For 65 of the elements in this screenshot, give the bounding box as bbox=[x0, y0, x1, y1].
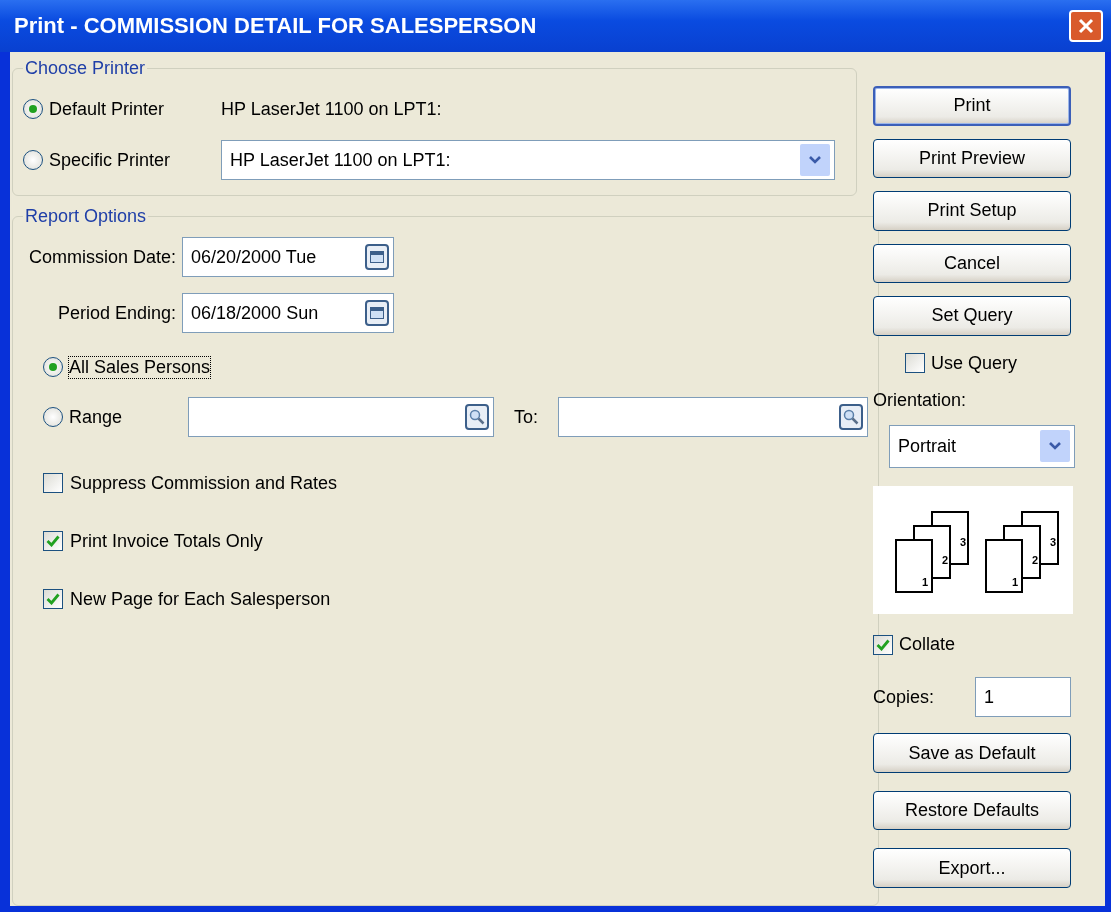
action-button[interactable]: Print bbox=[873, 86, 1071, 126]
checkbox-label: Suppress Commission and Rates bbox=[70, 472, 338, 494]
calendar-icon bbox=[370, 251, 385, 263]
date-label: Commission Date: bbox=[29, 246, 177, 268]
action-button[interactable]: Print Preview bbox=[873, 138, 1071, 179]
chevron-down-icon bbox=[808, 155, 822, 165]
page-number: 2 bbox=[1032, 554, 1039, 567]
page-number: 1 bbox=[1012, 576, 1019, 589]
radio-button[interactable] bbox=[43, 357, 63, 377]
orientation-dropdown[interactable]: Portrait bbox=[889, 424, 1075, 469]
date-field[interactable]: 06/20/2000 Tue bbox=[182, 237, 395, 277]
copies-label: Copies: bbox=[873, 686, 935, 708]
window-title: Print - COMMISSION DETAIL FOR SALESPERSON bbox=[14, 13, 537, 39]
check-icon bbox=[876, 638, 890, 651]
check-icon bbox=[46, 535, 60, 547]
radio-label: Specific Printer bbox=[49, 149, 172, 171]
search-icon bbox=[843, 409, 859, 425]
radio-label: All Sales Persons bbox=[69, 356, 211, 378]
action-button[interactable]: Cancel bbox=[873, 243, 1071, 284]
checkbox-label: New Page for Each Salesperson bbox=[70, 588, 331, 610]
check-icon bbox=[46, 593, 60, 605]
page-number: 3 bbox=[960, 536, 967, 549]
action-button[interactable]: Print Setup bbox=[873, 191, 1071, 231]
page-outline bbox=[985, 539, 1023, 594]
calendar-button[interactable] bbox=[365, 300, 390, 326]
calendar-icon bbox=[370, 307, 385, 319]
checkbox[interactable] bbox=[905, 353, 925, 374]
action-button[interactable]: Export... bbox=[873, 848, 1071, 888]
range-to-field[interactable] bbox=[558, 397, 868, 437]
close-icon bbox=[1077, 17, 1095, 35]
radio-button[interactable] bbox=[23, 150, 43, 170]
search-icon bbox=[469, 409, 485, 425]
lookup-button[interactable] bbox=[839, 404, 863, 430]
page-number: 3 bbox=[1050, 536, 1057, 549]
action-button[interactable]: Save as Default bbox=[873, 733, 1071, 773]
checkbox[interactable] bbox=[873, 634, 893, 655]
orientation-label: Orientation: bbox=[873, 389, 968, 411]
radio-label: Default Printer bbox=[49, 98, 166, 120]
page-number: 2 bbox=[942, 554, 949, 567]
date-field[interactable]: 06/18/2000 Sun bbox=[182, 293, 395, 333]
checkbox-label: Print Invoice Totals Only bbox=[70, 530, 263, 552]
checkbox[interactable] bbox=[43, 473, 63, 493]
radio-label: Range bbox=[69, 406, 123, 428]
page-number: 1 bbox=[922, 576, 929, 589]
range-from-field[interactable] bbox=[188, 397, 494, 437]
copies-field[interactable]: 1 bbox=[975, 677, 1071, 718]
printer-name: HP LaserJet 1100 on LPT1: bbox=[221, 98, 442, 120]
to-label: To: bbox=[514, 406, 538, 428]
chevron-down-icon bbox=[1048, 441, 1062, 452]
radio-button[interactable] bbox=[23, 99, 43, 119]
group-title: Report Options bbox=[24, 206, 148, 227]
printer-dropdown[interactable]: HP LaserJet 1100 on LPT1: bbox=[221, 140, 835, 180]
action-button[interactable]: Restore Defaults bbox=[873, 790, 1071, 831]
checkbox-label: Use Query bbox=[931, 352, 1018, 374]
calendar-button[interactable] bbox=[365, 244, 390, 270]
checkbox-label: Collate bbox=[899, 634, 956, 656]
close-button[interactable] bbox=[1069, 10, 1103, 42]
lookup-button[interactable] bbox=[465, 404, 489, 430]
action-button[interactable]: Set Query bbox=[873, 296, 1071, 336]
radio-button[interactable] bbox=[43, 407, 63, 427]
group-title: Choose Printer bbox=[24, 58, 147, 79]
date-label: Period Ending: bbox=[56, 302, 177, 324]
checkbox[interactable] bbox=[43, 589, 63, 609]
page-outline bbox=[895, 539, 933, 594]
checkbox[interactable] bbox=[43, 531, 63, 551]
